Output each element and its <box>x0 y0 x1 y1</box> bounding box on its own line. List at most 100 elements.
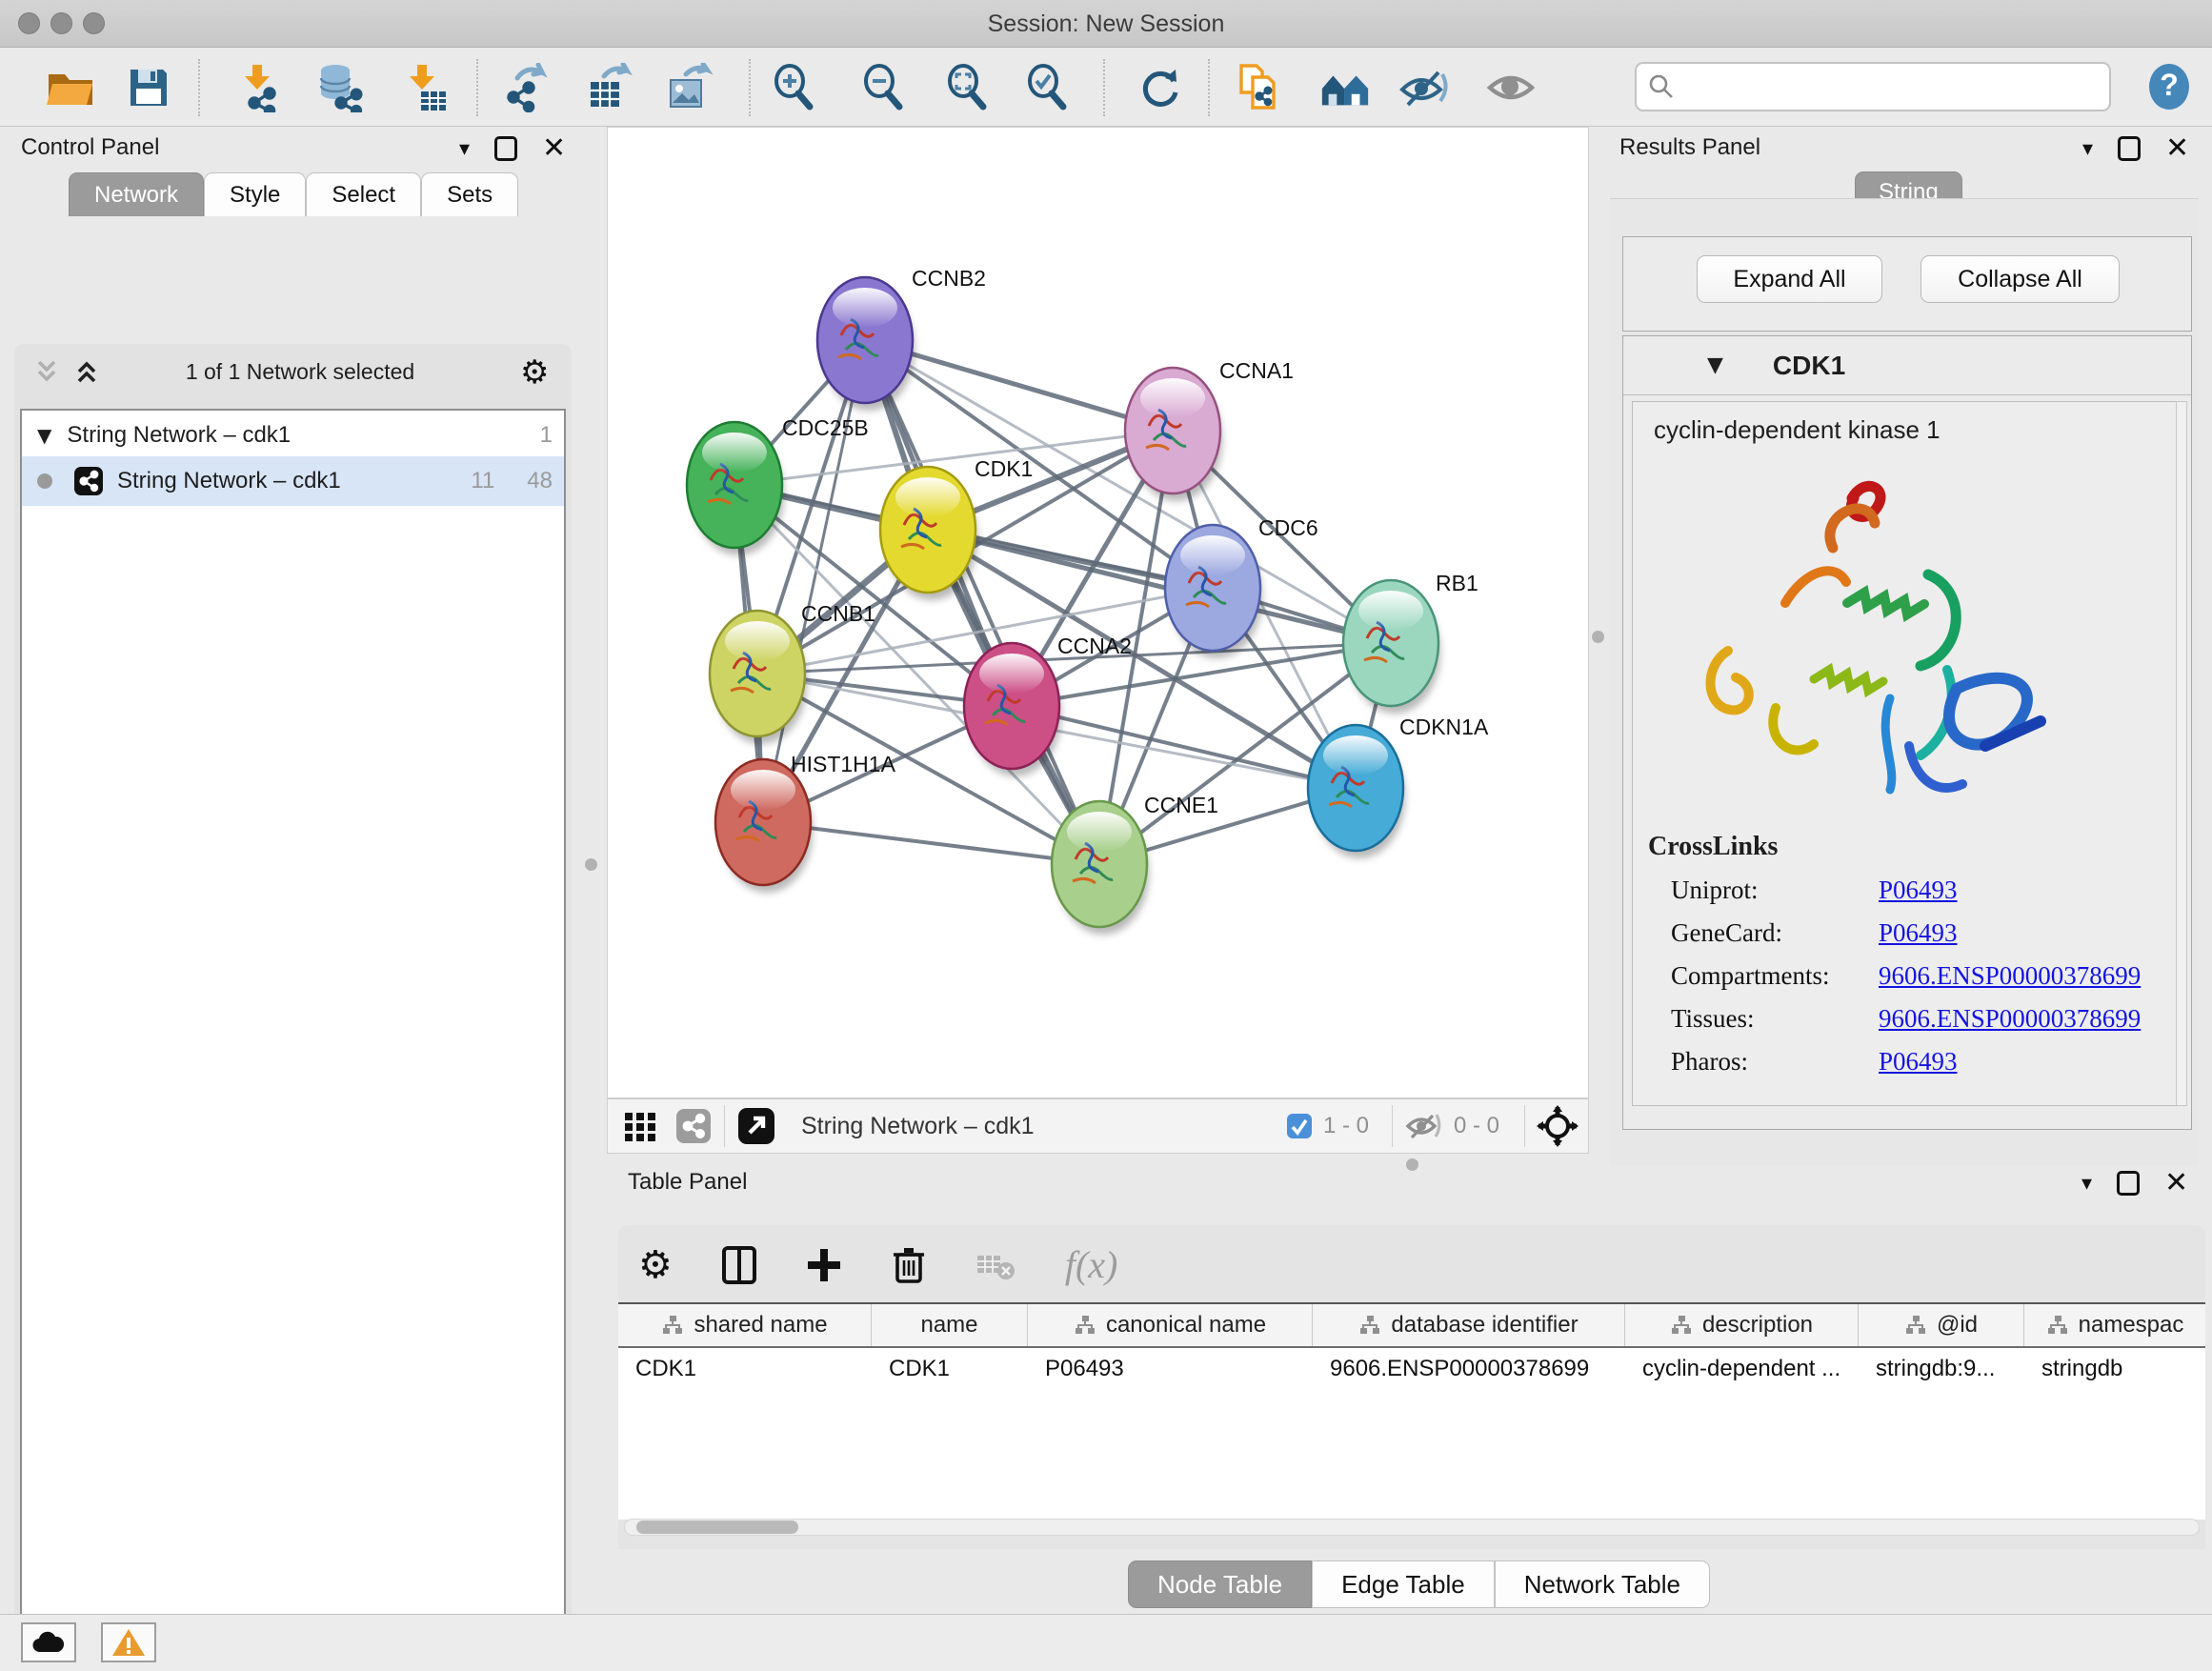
network-options-button[interactable]: ⚙ <box>520 353 549 392</box>
tree-expander-icon[interactable]: ▼ <box>37 424 51 447</box>
clone-network-button[interactable] <box>1233 61 1286 114</box>
shared-column-icon <box>661 1315 684 1336</box>
panel-float-icon[interactable] <box>2118 136 2141 161</box>
network-node[interactable]: RB1 <box>1343 571 1478 714</box>
network-row[interactable]: String Network – cdk1 11 48 <box>22 456 564 506</box>
network-collection-row[interactable]: ▼ String Network – cdk1 1 <box>22 411 564 456</box>
search-input[interactable] <box>1675 72 2109 101</box>
column-header-namespace[interactable]: namespac <box>2024 1304 2205 1346</box>
network-edge[interactable] <box>928 530 1391 643</box>
home-button[interactable] <box>1318 61 1372 114</box>
network-view-title: String Network – cdk1 <box>801 1113 1035 1140</box>
panel-close-icon[interactable]: ✕ <box>2165 134 2189 163</box>
column-header-name[interactable]: name <box>872 1304 1028 1346</box>
crosslink-compartments[interactable]: 9606.ENSP00000378699 <box>1879 961 2183 991</box>
crosslink-genecard[interactable]: P06493 <box>1879 918 2183 948</box>
cell-database-identifier[interactable]: 9606.ENSP00000378699 <box>1313 1348 1625 1390</box>
column-header-description[interactable]: description <box>1625 1304 1859 1346</box>
warnings-button[interactable] <box>101 1622 156 1662</box>
left-splitter-handle[interactable] <box>585 858 597 871</box>
network-node[interactable]: CDKN1A <box>1308 715 1489 858</box>
network-node[interactable]: CCNA2 <box>964 634 1132 776</box>
cell-id[interactable]: stringdb:9... <box>1859 1348 2024 1390</box>
open-session-button[interactable] <box>44 61 97 114</box>
network-node[interactable]: CCNB1 <box>710 601 875 744</box>
column-header-id[interactable]: @id <box>1859 1304 2024 1346</box>
table-row[interactable]: CDK1 CDK1 P06493 9606.ENSP00000378699 cy… <box>618 1348 2205 1390</box>
network-canvas[interactable]: CCNB2CCNA1CDC25BCDK1CDC6RB1CCNB1CCNA2CDK… <box>607 127 1589 1098</box>
column-header-shared-name[interactable]: shared name <box>618 1304 872 1346</box>
table-settings-button gear-icon[interactable]: ⚙ <box>638 1243 673 1287</box>
zoom-out-button[interactable] <box>857 61 911 114</box>
network-node-label: RB1 <box>1436 571 1478 595</box>
panel-menu-icon[interactable]: ▾ <box>2081 1172 2092 1196</box>
tab-network[interactable]: Network <box>69 172 204 216</box>
node-section-body: cyclin-dependent kinase 1 <box>1632 401 2184 1106</box>
export-image-button[interactable] <box>661 61 714 114</box>
selected-checkbox-icon[interactable] <box>1285 1112 1314 1140</box>
grid-view-button[interactable] <box>621 1107 659 1145</box>
search-field[interactable] <box>1635 62 2111 111</box>
show-columns-button columns-icon[interactable] <box>722 1246 756 1284</box>
panel-close-icon[interactable]: ✕ <box>2164 1169 2188 1198</box>
save-session-button[interactable] <box>122 61 175 114</box>
column-header-canonical-name[interactable]: canonical name <box>1028 1304 1313 1346</box>
crosslink-pharos[interactable]: P06493 <box>1879 1047 2183 1077</box>
section-collapse-icon[interactable]: ▼ <box>1707 353 1723 377</box>
table-hscrollbar-thumb[interactable] <box>636 1520 798 1534</box>
node-section-header[interactable]: ▼ CDK1 <box>1623 336 2191 395</box>
network-edge[interactable] <box>865 340 1099 864</box>
add-column-button plus-icon[interactable] <box>806 1247 842 1283</box>
cell-name[interactable]: CDK1 <box>872 1348 1028 1390</box>
collapse-all-tree-button[interactable] <box>32 357 61 386</box>
collapse-all-button[interactable]: Collapse All <box>1920 255 2120 303</box>
zoom-in-button[interactable] <box>768 61 821 114</box>
double-chevron-down-icon <box>32 357 61 386</box>
export-network-button[interactable] <box>498 61 552 114</box>
zoom-fit-button[interactable] <box>941 61 995 114</box>
panel-float-icon[interactable] <box>2117 1171 2140 1196</box>
cell-namespace[interactable]: stringdb <box>2024 1348 2205 1390</box>
delete-column-button trash-icon[interactable] <box>892 1245 926 1285</box>
network-node[interactable]: CCNA1 <box>1125 358 1294 501</box>
expand-all-tree-button[interactable] <box>72 357 101 386</box>
cell-shared-name[interactable]: CDK1 <box>618 1348 872 1390</box>
network-node[interactable]: HIST1H1A <box>715 752 896 893</box>
zoom-selected-button[interactable] <box>1021 61 1075 114</box>
table-hscrollbar[interactable] <box>624 1519 2200 1536</box>
tab-select[interactable]: Select <box>306 172 421 216</box>
panel-menu-icon[interactable]: ▾ <box>2082 137 2093 161</box>
network-node[interactable]: CCNB2 <box>817 266 986 411</box>
tab-network-table[interactable]: Network Table <box>1495 1560 1710 1608</box>
tab-sets[interactable]: Sets <box>421 172 518 216</box>
import-table-button[interactable] <box>400 61 453 114</box>
crosslink-uniprot[interactable]: P06493 <box>1879 876 2183 905</box>
network-icon-button[interactable] <box>674 1107 713 1145</box>
tab-edge-table[interactable]: Edge Table <box>1312 1560 1495 1608</box>
panel-menu-icon[interactable]: ▾ <box>459 137 470 161</box>
network-edge[interactable] <box>763 822 1099 864</box>
hidden-eye-icon[interactable] <box>1404 1111 1444 1141</box>
cell-description[interactable]: cyclin-dependent ... <box>1625 1348 1859 1390</box>
tab-node-table[interactable]: Node Table <box>1128 1560 1312 1608</box>
help-button[interactable]: ? <box>2145 63 2193 111</box>
birdseye-crosshair-icon[interactable] <box>1537 1105 1579 1147</box>
network-edge[interactable] <box>763 340 865 822</box>
crosslink-tissues[interactable]: 9606.ENSP00000378699 <box>1879 1004 2183 1034</box>
export-table-button[interactable] <box>581 61 634 114</box>
cloud-status-button[interactable] <box>21 1622 76 1662</box>
import-network-button[interactable] <box>234 61 288 114</box>
panel-close-icon[interactable]: ✕ <box>542 134 566 163</box>
import-network-from-database-button[interactable] <box>314 61 368 114</box>
cell-canonical-name[interactable]: P06493 <box>1028 1348 1313 1390</box>
detach-view-button[interactable] <box>736 1106 776 1146</box>
hide-panels-button[interactable] <box>1398 61 1452 114</box>
expand-all-button[interactable]: Expand All <box>1697 255 1882 303</box>
tab-style[interactable]: Style <box>204 172 306 216</box>
column-header-database-identifier[interactable]: database identifier <box>1313 1304 1625 1346</box>
network-node[interactable]: CCNE1 <box>1052 793 1218 935</box>
show-panels-button[interactable] <box>1486 61 1539 114</box>
apply-layout-button[interactable] <box>1134 61 1187 114</box>
results-scrollbar[interactable] <box>2176 401 2187 1106</box>
panel-float-icon[interactable] <box>494 136 517 161</box>
